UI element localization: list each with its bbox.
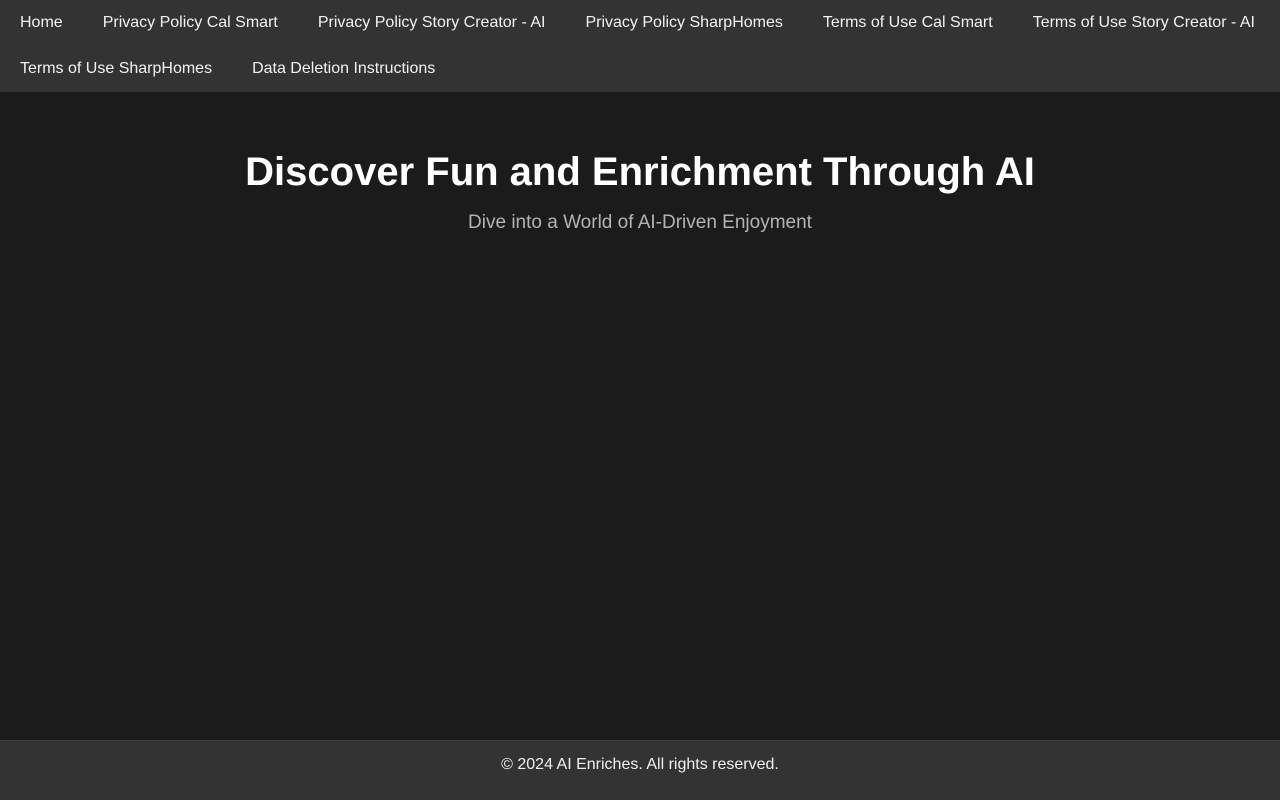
nav-link-terms-of-use-cal-smart[interactable]: Terms of Use Cal Smart [803,0,1013,46]
hero-title: Discover Fun and Enrichment Through AI [245,150,1035,194]
nav-link-terms-of-use-sharphomes[interactable]: Terms of Use SharpHomes [0,46,232,92]
footer: © 2024 AI Enriches. All rights reserved. [0,740,1280,800]
top-navigation: Home Privacy Policy Cal Smart Privacy Po… [0,0,1280,92]
nav-link-privacy-policy-cal-smart[interactable]: Privacy Policy Cal Smart [83,0,298,46]
nav-link-terms-of-use-story-creator[interactable]: Terms of Use Story Creator - AI [1013,0,1275,46]
nav-link-privacy-policy-sharphomes[interactable]: Privacy Policy SharpHomes [565,0,802,46]
hero-section: Discover Fun and Enrichment Through AI D… [0,92,1280,235]
nav-link-privacy-policy-story-creator[interactable]: Privacy Policy Story Creator - AI [298,0,566,46]
page: Home Privacy Policy Cal Smart Privacy Po… [0,0,1280,800]
hero-subtitle: Dive into a World of AI-Driven Enjoyment [468,212,812,233]
nav-link-home[interactable]: Home [0,0,83,46]
nav-link-data-deletion-instructions[interactable]: Data Deletion Instructions [232,46,455,92]
copyright-text: © 2024 AI Enriches. All rights reserved. [501,756,779,773]
